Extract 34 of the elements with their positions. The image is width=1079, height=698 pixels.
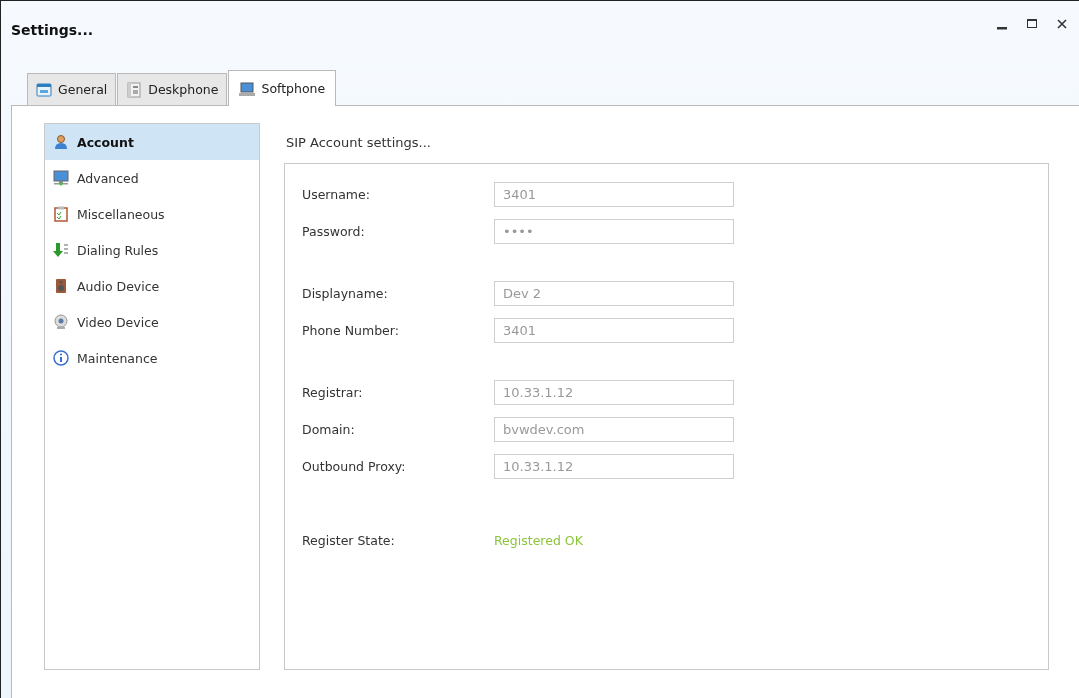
field-label: Domain:: [302, 422, 356, 437]
arrow-digits-icon: [53, 242, 69, 258]
sidebar-item[interactable]: Maintenance: [45, 340, 259, 376]
sidebar-item[interactable]: Advanced: [45, 160, 259, 196]
field-label: Displayname:: [302, 286, 389, 301]
tab[interactable]: General: [27, 73, 117, 105]
monitor-icon: [53, 170, 69, 186]
info-icon: [53, 350, 69, 366]
field-label: Registrar:: [302, 385, 364, 400]
clipboard-icon: [53, 206, 69, 222]
tab[interactable]: Softphone: [228, 70, 337, 106]
close-icon: [1056, 18, 1068, 30]
laptop-icon: [239, 80, 256, 97]
field-label: Outbound Proxy:: [302, 459, 407, 474]
field-label: Phone Number:: [302, 323, 400, 338]
sidebar-item[interactable]: Dialing Rules: [45, 232, 259, 268]
minimize-icon: [997, 26, 1007, 30]
document-icon: [126, 81, 143, 98]
user-icon: [53, 134, 69, 150]
sidebar-item[interactable]: Audio Device: [45, 268, 259, 304]
status-text: Registered OK: [494, 533, 583, 548]
window-icon: [36, 81, 52, 98]
field-label: Register State:: [302, 533, 396, 548]
field-label: Password:: [302, 224, 366, 239]
sidebar-item[interactable]: Account: [45, 124, 259, 160]
speaker-icon: [53, 278, 69, 294]
maximize-icon: [1026, 18, 1038, 30]
section-heading: SIP Account settings...: [286, 135, 432, 150]
tab[interactable]: Deskphone: [117, 73, 228, 105]
field-label: Username:: [302, 187, 371, 202]
window-title: Settings...: [11, 22, 95, 38]
sidebar-item[interactable]: Miscellaneous: [45, 196, 259, 232]
sidebar-item[interactable]: Video Device: [45, 304, 259, 340]
webcam-icon: [53, 314, 69, 330]
